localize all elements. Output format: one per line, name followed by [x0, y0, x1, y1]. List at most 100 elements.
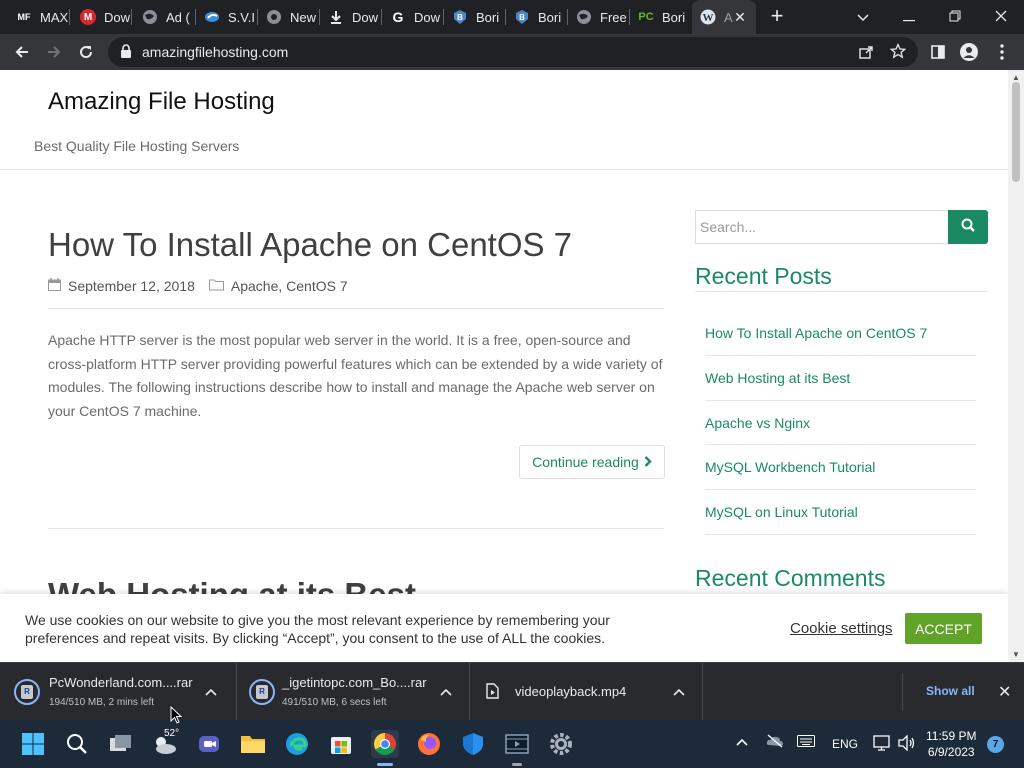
share-icon[interactable]	[858, 44, 874, 65]
tab-11[interactable]: PC Bori	[630, 0, 692, 34]
tab-2[interactable]: M Dow	[70, 0, 132, 34]
tab-1[interactable]: MF MAX	[0, 0, 70, 34]
recent-post-link[interactable]: How To Install Apache on CentOS 7	[705, 311, 976, 356]
tray-chevron-up-icon[interactable]	[736, 735, 748, 749]
download-item[interactable]: videoplayback.mp4	[470, 663, 703, 720]
scroll-up-icon[interactable]: ▲	[1012, 73, 1020, 82]
windows-start-icon[interactable]	[19, 730, 47, 758]
notification-badge[interactable]: 7	[987, 736, 1004, 753]
search-button[interactable]	[948, 210, 988, 244]
post-title[interactable]: How To Install Apache on CentOS 7	[48, 226, 572, 264]
search-icon[interactable]	[63, 730, 91, 758]
chevron-right-icon	[644, 454, 652, 470]
recent-post-link[interactable]: MySQL Workbench Tutorial	[705, 445, 976, 491]
widget-divider	[695, 291, 988, 292]
browser-toolbar: amazingfilehosting.com	[0, 34, 1024, 70]
close-tab-icon[interactable]: ✕	[732, 9, 748, 25]
microsoft-store-icon[interactable]	[327, 730, 355, 758]
bori-icon: B	[514, 9, 530, 25]
download-item[interactable]: R _igetintopc.com_Bo....rar 491/510 MB, …	[237, 663, 470, 720]
recent-post-link[interactable]: MySQL on Linux Tutorial	[705, 490, 976, 535]
tab-title: Dow	[352, 9, 379, 25]
file-explorer-icon[interactable]	[239, 730, 267, 758]
download-status: 491/510 MB, 6 secs left	[282, 697, 387, 708]
tab-10[interactable]: Free	[568, 0, 630, 34]
address-bar[interactable]: amazingfilehosting.com	[108, 37, 918, 67]
show-all-downloads-link[interactable]: Show all	[926, 684, 975, 698]
keyboard-icon[interactable]	[797, 735, 815, 750]
profile-icon[interactable]	[958, 41, 980, 63]
minimize-button[interactable]	[897, 6, 921, 28]
language-indicator[interactable]: ENG	[832, 737, 858, 751]
svg-text:B: B	[519, 13, 525, 22]
globe-icon	[142, 9, 158, 25]
tab-title: Bori	[476, 9, 500, 25]
tab-4[interactable]: S.V.I	[196, 0, 258, 34]
post-date-link[interactable]: September 12, 2018	[68, 278, 195, 294]
settings-gear-icon[interactable]	[547, 730, 575, 758]
cookie-settings-link[interactable]: Cookie settings	[790, 620, 893, 637]
forward-icon[interactable]	[43, 41, 65, 63]
post-divider	[48, 528, 664, 529]
recent-post-link[interactable]: Web Hosting at its Best	[705, 356, 976, 401]
side-panel-icon[interactable]	[927, 41, 949, 63]
calendar-icon	[48, 278, 61, 294]
sv-icon	[204, 9, 220, 25]
restore-button[interactable]	[943, 6, 967, 28]
chevron-up-icon[interactable]	[440, 683, 456, 699]
scroll-down-icon[interactable]: ▼	[1012, 650, 1020, 659]
chevron-up-icon[interactable]	[673, 683, 689, 699]
tab-3[interactable]: Ad (	[132, 0, 196, 34]
onedrive-offline-icon[interactable]	[766, 734, 784, 751]
video-editor-icon[interactable]	[503, 730, 531, 766]
tab-6[interactable]: Dow	[320, 0, 382, 34]
tab-title: Bori	[538, 9, 562, 25]
tab-strip: MF MAX M Dow Ad ( S.V.I New Dow G Dow B …	[0, 0, 1024, 34]
clock[interactable]: 11:59 PM 6/9/2023	[926, 728, 976, 760]
new-tab-button[interactable]: +	[766, 5, 788, 29]
close-window-button[interactable]	[989, 6, 1013, 28]
page-scrollbar[interactable]: ▲ ▼	[1008, 70, 1024, 662]
menu-kebab-icon[interactable]	[991, 41, 1013, 63]
rar-file-icon: R	[14, 679, 40, 705]
chrome-icon	[266, 9, 282, 25]
back-icon[interactable]	[11, 41, 33, 63]
tab-active[interactable]: W A ✕	[692, 0, 756, 34]
mouse-cursor-icon	[170, 705, 183, 729]
cookie-text: We use cookies on our website to give yo…	[25, 612, 610, 646]
search-input[interactable]: Search...	[695, 210, 949, 244]
teams-chat-icon[interactable]	[195, 730, 223, 758]
firefox-icon[interactable]	[415, 730, 443, 758]
edge-icon[interactable]	[283, 730, 311, 758]
network-icon[interactable]	[873, 735, 891, 754]
bookmark-star-icon[interactable]	[889, 42, 907, 64]
tab-title: Bori	[662, 9, 686, 25]
tab-7[interactable]: G Dow	[382, 0, 444, 34]
site-title[interactable]: Amazing File Hosting	[48, 88, 275, 116]
search-icon	[961, 218, 975, 237]
scrollbar-thumb[interactable]	[1012, 82, 1020, 182]
volume-icon[interactable]	[898, 734, 916, 754]
post-categories-link[interactable]: Apache, CentOS 7	[231, 278, 348, 294]
accept-cookies-button[interactable]: ACCEPT	[905, 613, 982, 644]
recent-post-link[interactable]: Apache vs Nginx	[705, 401, 976, 446]
tab-9[interactable]: B Bori	[506, 0, 568, 34]
continue-reading-button[interactable]: Continue reading	[519, 445, 665, 479]
security-shield-icon[interactable]	[459, 730, 487, 758]
url-text[interactable]: amazingfilehosting.com	[142, 44, 288, 60]
tab-title: Ad (	[166, 9, 190, 25]
lock-icon[interactable]	[120, 44, 132, 63]
weather-temperature: 52°	[164, 728, 180, 739]
task-view-icon[interactable]	[107, 730, 135, 758]
tab-8[interactable]: B Bori	[444, 0, 506, 34]
download-item[interactable]: R PcWonderland.com....rar 194/510 MB, 2 …	[0, 663, 237, 720]
close-shelf-icon[interactable]: ✕	[998, 682, 1011, 702]
tab-search-icon[interactable]	[851, 6, 875, 28]
reload-icon[interactable]	[75, 41, 97, 63]
web-page: Amazing File Hosting Best Quality File H…	[0, 70, 1008, 662]
chrome-taskbar-icon[interactable]	[371, 730, 399, 766]
chevron-up-icon[interactable]	[205, 683, 221, 699]
tab-title: Free	[600, 9, 627, 25]
svg-text:B: B	[457, 13, 463, 22]
tab-5[interactable]: New	[258, 0, 320, 34]
